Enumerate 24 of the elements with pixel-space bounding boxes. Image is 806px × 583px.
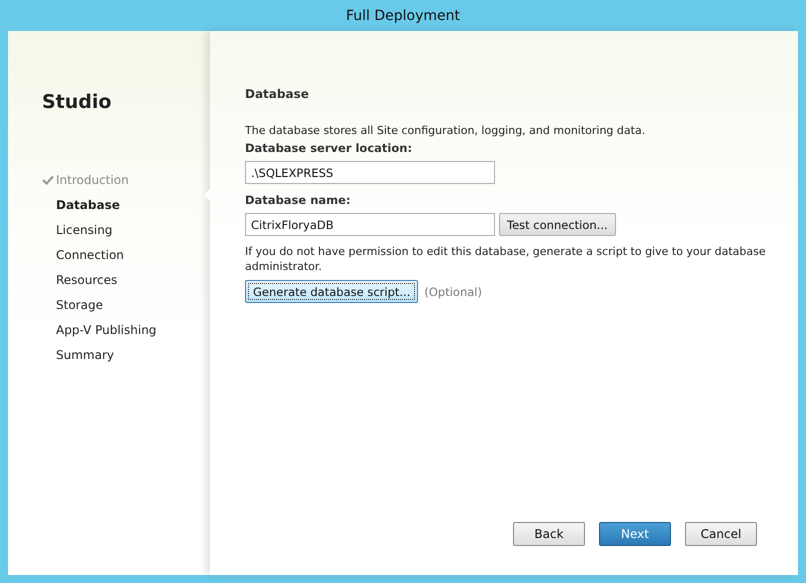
step-item: Database — [56, 198, 120, 212]
field-label: Database server location: — [245, 141, 414, 155]
name-field[interactable]: CitrixFloryaDB — [245, 213, 495, 236]
description-text: The database stores all Site configuration, logging, and monitoring data. — [245, 123, 646, 138]
permission-note: If you do not have permission to edit this database, generate a script to give to your database administrator. — [245, 244, 767, 274]
step-item: Resources — [56, 273, 118, 287]
wizard-button[interactable]: Next — [599, 522, 671, 546]
step-item: Connection — [56, 248, 124, 262]
app-title: Studio — [42, 91, 112, 113]
step-item: Introduction — [56, 173, 129, 187]
field-label: Database name: — [245, 193, 352, 207]
page-heading: Database — [245, 87, 310, 101]
step-item: Storage — [56, 298, 103, 312]
step-item: Licensing — [56, 223, 112, 237]
test-connection-button[interactable]: Test connection... — [499, 213, 616, 236]
pointer-notch — [204, 189, 210, 201]
step-item: App-V Publishing — [56, 323, 156, 337]
step-item: Summary — [56, 348, 114, 362]
wizard-button[interactable]: Back — [513, 522, 585, 546]
window-title: Full Deployment — [346, 8, 460, 24]
optional-note: (Optional) — [424, 284, 482, 298]
server-field[interactable]: .\SQLEXPRESS — [245, 161, 495, 184]
generate-script-button[interactable]: Generate database script... — [245, 280, 418, 303]
wizard-button[interactable]: Cancel — [685, 522, 757, 546]
